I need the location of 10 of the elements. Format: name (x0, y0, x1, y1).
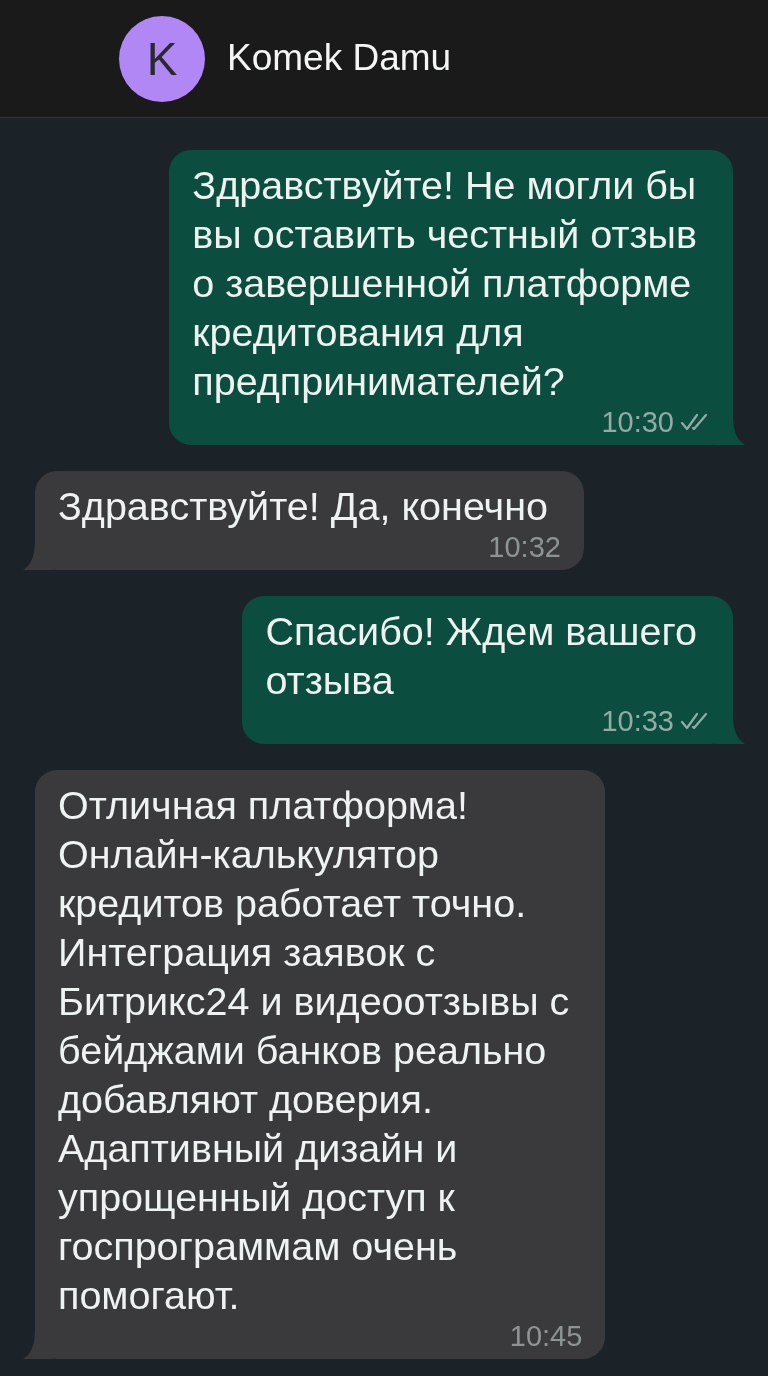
message-time: 10:45 (509, 1319, 583, 1353)
contact-avatar[interactable]: K (119, 15, 205, 102)
message-text: Спасибо! Ждем вашего отзыва (265, 608, 697, 704)
message-text: Здравствуйте! Да, конечно (58, 483, 548, 530)
contact-name[interactable]: Komek Damu (227, 36, 452, 79)
message-time: 10:30 (601, 405, 674, 439)
message-time: 10:32 (488, 530, 561, 564)
message-text: Здравствуйте! Не могли бы вы оставить честный отзыв о завершенной платформе кредитования для предпринимателей? (192, 162, 697, 405)
message-text: Отличная платформа! Онлайн-калькулятор кредитов работает точно. Интеграция заявок с Битрикс24 и видеоотзывы с бейджами банков реально добавляют доверия. Адаптивный дизайн и упрощенный доступ к госпрограммам очень помогают. (58, 782, 570, 1319)
message-time: 10:33 (601, 704, 674, 738)
